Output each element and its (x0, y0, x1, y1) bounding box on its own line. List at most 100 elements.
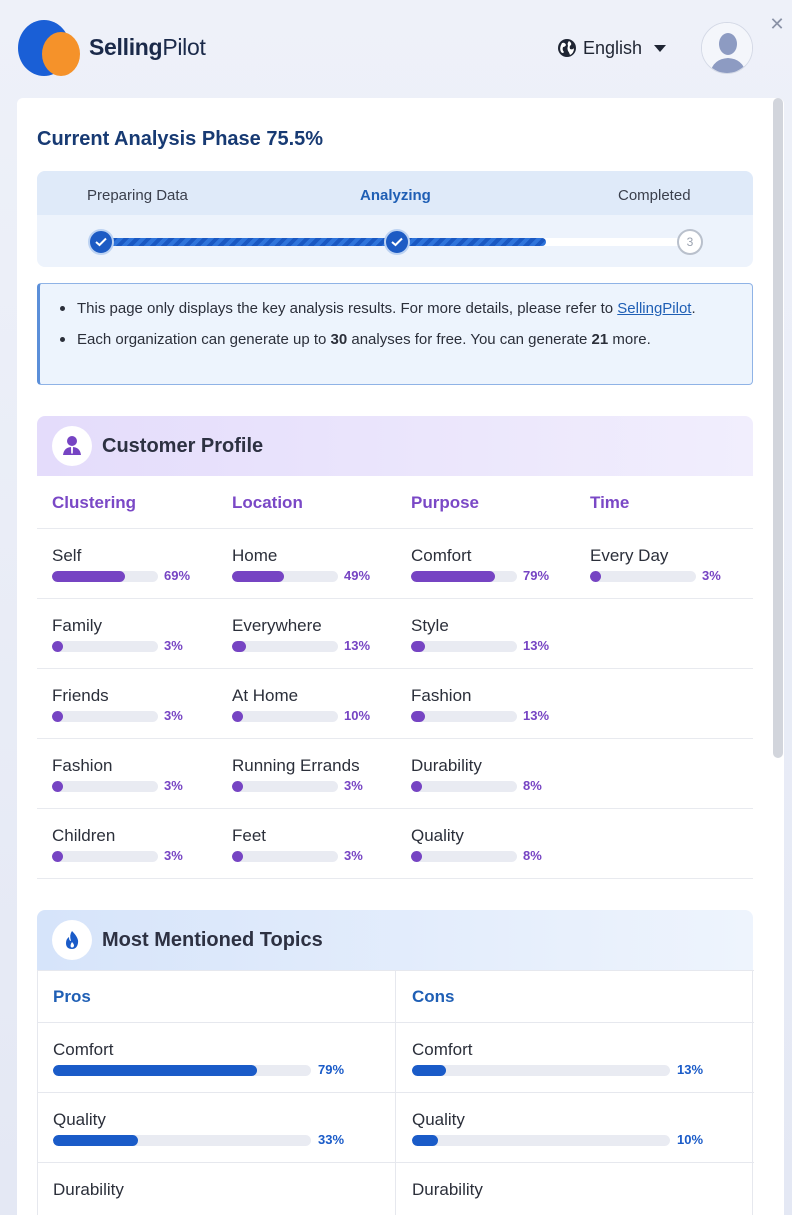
topic-item-bar (412, 1135, 670, 1146)
analysis-panel: Current Analysis Phase 75.5% Preparing D… (17, 98, 784, 1215)
topic-item-bar-fill (53, 1135, 139, 1146)
step-label-preparing: Preparing Data (87, 187, 188, 204)
profile-item-bar-fill (411, 781, 422, 792)
phase-title: Current Analysis Phase 75.5% (37, 128, 324, 150)
profile-item-percent: 3% (164, 708, 183, 723)
profile-item-comfort: Comfort 79% (411, 546, 581, 596)
profile-item-bar (411, 641, 517, 652)
profile-item-percent: 13% (523, 708, 550, 723)
profile-item-percent: 3% (344, 778, 363, 793)
chevron-down-icon (654, 44, 667, 52)
topics-table: Pros Comfort 79% Quality 33% Durability Cons Co… (37, 970, 754, 1215)
user-avatar[interactable] (701, 22, 753, 74)
profile-item-at-home: At Home 10% (232, 686, 402, 736)
profile-item-bar (590, 571, 696, 582)
step-label-analyzing: Analyzing (360, 187, 431, 204)
profile-item-label: Style (411, 616, 449, 635)
profile-item-bar (52, 571, 158, 582)
topic-item-percent: 13% (677, 1062, 704, 1077)
profile-item-percent: 13% (523, 638, 550, 653)
profile-item-bar (52, 641, 158, 652)
brand-name: SellingPilot (89, 34, 206, 60)
topic-item-bar (53, 1065, 311, 1076)
profile-item-percent: 8% (523, 778, 542, 793)
profile-item-bar (232, 851, 338, 862)
topic-item-bar (412, 1065, 670, 1076)
profile-item-percent: 49% (344, 568, 371, 583)
app-header: SellingPilot English ✕ (0, 0, 792, 96)
step-3-number: 3 (677, 229, 703, 255)
sellingpilot-link[interactable]: SellingPilot (617, 300, 691, 317)
profile-item-percent: 3% (164, 638, 183, 653)
profile-item-percent: 69% (164, 568, 191, 583)
profile-item-home: Home 49% (232, 546, 402, 596)
profile-item-self: Self 69% (52, 546, 222, 596)
language-selector[interactable]: English (557, 36, 667, 60)
globe-icon (558, 39, 576, 57)
customer-profile-title: Customer Profile (102, 435, 264, 457)
profile-item-bar-fill (232, 851, 243, 862)
profile-item-bar-fill (411, 851, 422, 862)
profile-item-label: Feet (232, 826, 267, 845)
profile-item-percent: 79% (523, 568, 550, 583)
profile-item-bar-fill (52, 571, 126, 582)
profile-item-bar-fill (232, 711, 243, 722)
language-label: English (583, 37, 643, 58)
profile-item-bar (232, 641, 338, 652)
topic-item-percent: 10% (677, 1132, 704, 1147)
profile-item-bar (52, 781, 158, 792)
profile-item-quality: Quality 8% (411, 826, 581, 876)
column-header-location: Location (232, 493, 303, 512)
profile-item-bar-fill (52, 641, 63, 652)
profile-item-percent: 8% (523, 848, 542, 863)
column-header-time: Time (590, 493, 630, 512)
cons-item-comfort: Comfort 13% (412, 1040, 732, 1090)
topic-item-label: Quality (412, 1110, 465, 1129)
profile-item-children: Children 3% (52, 826, 222, 876)
profile-item-durability: Durability 8% (411, 756, 581, 806)
profile-item-style: Style 13% (411, 616, 581, 666)
profile-item-percent: 3% (344, 848, 363, 863)
user-avatar-icon (702, 23, 752, 73)
cons-item-durability: Durability (412, 1180, 732, 1215)
profile-item-bar (411, 851, 517, 862)
profile-item-fashion: Fashion 3% (52, 756, 222, 806)
topic-item-percent: 33% (318, 1132, 345, 1147)
profile-item-fashion: Fashion 13% (411, 686, 581, 736)
profile-item-bar (411, 711, 517, 722)
profile-item-bar (411, 781, 517, 792)
profile-item-label: Everywhere (232, 616, 322, 635)
profile-item-bar (52, 851, 158, 862)
profile-item-everywhere: Everywhere 13% (232, 616, 402, 666)
profile-item-bar (232, 781, 338, 792)
profile-item-bar (232, 571, 338, 582)
close-icon[interactable]: ✕ (769, 15, 785, 33)
profile-item-bar-fill (232, 571, 284, 582)
flame-icon (52, 920, 92, 960)
profile-item-label: Friends (52, 686, 109, 705)
profile-item-label: Fashion (411, 686, 472, 705)
topic-item-label: Durability (412, 1180, 483, 1199)
topic-item-bar-fill (53, 1065, 257, 1076)
info-notice: This page only displays the key analysis… (37, 283, 753, 385)
profile-item-bar-fill (411, 711, 425, 722)
topics-header: Most Mentioned Topics (37, 910, 753, 970)
profile-item-label: Durability (411, 756, 482, 775)
customer-profile-header: Customer Profile (37, 416, 753, 476)
sellingpilot-logo (18, 20, 80, 76)
profile-item-feet: Feet 3% (232, 826, 402, 876)
pros-item-comfort: Comfort 79% (53, 1040, 373, 1090)
profile-item-label: Comfort (411, 546, 472, 565)
profile-item-bar-fill (52, 851, 63, 862)
step-2-check-icon (384, 229, 410, 255)
vertical-scrollbar[interactable] (773, 98, 783, 758)
topic-item-bar-fill (412, 1135, 438, 1146)
topics-title: Most Mentioned Topics (102, 929, 323, 951)
customer-profile-icon (52, 426, 92, 466)
profile-item-percent: 13% (344, 638, 371, 653)
profile-item-bar (411, 571, 517, 582)
profile-item-family: Family 3% (52, 616, 222, 666)
profile-item-label: Fashion (52, 756, 113, 775)
topic-item-label: Durability (53, 1180, 124, 1199)
profile-item-label: At Home (232, 686, 299, 705)
